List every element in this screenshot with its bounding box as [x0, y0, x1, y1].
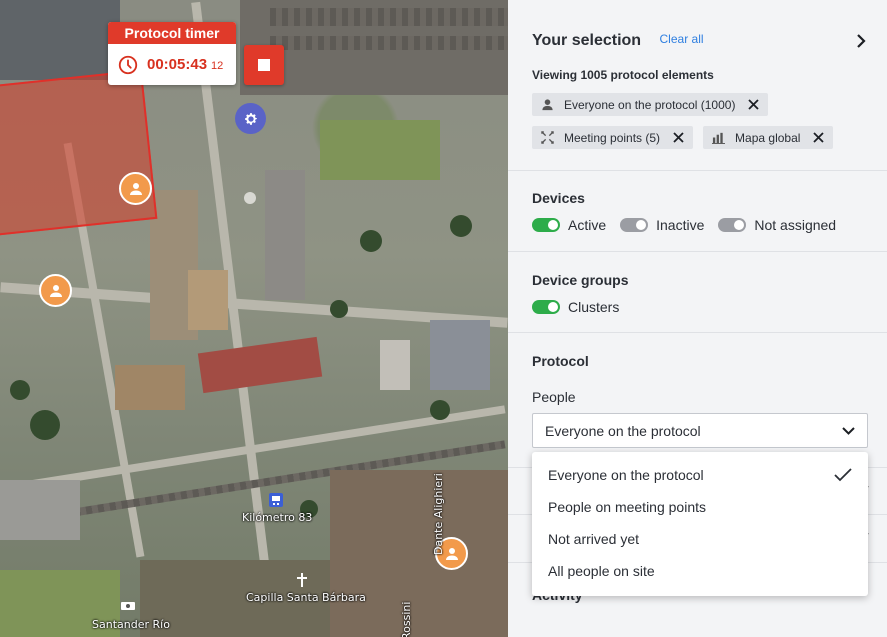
devices-section: Devices Active Inactive Not assigned [508, 171, 887, 252]
map-label-street: Dante Alighieri [432, 473, 445, 555]
meeting-point-icon [541, 131, 554, 144]
bank-icon [121, 602, 135, 610]
selection-chips: Everyone on the protocol (1000) Meeting … [532, 93, 863, 149]
close-icon[interactable] [748, 99, 760, 110]
chevron-down-icon [842, 426, 855, 435]
viewing-count: Viewing 1005 protocol elements [532, 68, 714, 82]
people-dropdown-menu: Everyone on the protocol People on meeti… [532, 452, 868, 596]
protocol-section: Protocol People Everyone on the protocol [508, 333, 887, 448]
selection-chip: Meeting points (5) [532, 126, 694, 149]
toggle-inactive[interactable]: Inactive [620, 217, 704, 233]
toggle-switch[interactable] [532, 300, 560, 314]
map-rail-track [270, 8, 508, 26]
dropdown-option-label: Not arrived yet [548, 531, 640, 547]
map-tree [10, 380, 30, 400]
map-water-tank [244, 192, 256, 204]
selection-chip-label: Meeting points (5) [564, 130, 661, 145]
close-icon[interactable] [673, 132, 684, 143]
selection-chip-label: Everyone on the protocol (1000) [564, 97, 736, 112]
protocol-timer-title: Protocol timer [108, 22, 236, 44]
dropdown-option-label: All people on site [548, 563, 655, 579]
map-label-station: Kilómetro 83 [242, 511, 313, 524]
toggle-label: Active [568, 217, 607, 233]
train-station-icon [269, 493, 283, 507]
map-building [197, 336, 323, 394]
dropdown-option-meeting-points[interactable]: People on meeting points [532, 491, 868, 523]
clear-all-link[interactable]: Clear all [660, 32, 704, 46]
dropdown-option-everyone[interactable]: Everyone on the protocol [532, 459, 868, 491]
person-icon [445, 547, 458, 560]
map-label-chapel: Capilla Santa Bárbara [246, 591, 366, 604]
selection-chip: Everyone on the protocol (1000) [532, 93, 769, 116]
device-cluster-pin[interactable] [235, 103, 266, 134]
protocol-title: Protocol [532, 353, 589, 369]
map-label-bank: Santander Río [92, 618, 170, 631]
person-icon [129, 182, 142, 195]
toggle-label: Inactive [656, 217, 705, 233]
stop-protocol-button[interactable] [244, 45, 284, 85]
devices-title: Devices [532, 190, 585, 206]
satellite-map[interactable]: Protocol timer 00:05:43 12 Kilómetro 83 … [0, 0, 508, 637]
map-tree [330, 300, 348, 318]
people-label: People [532, 389, 576, 405]
toggle-switch[interactable] [532, 218, 560, 232]
device-groups-section: Device groups Clusters [508, 252, 887, 333]
toggle-switch[interactable] [620, 218, 649, 232]
selection-chip: Mapa global [703, 126, 834, 149]
clock-icon [118, 55, 138, 74]
toggle-not-assigned[interactable]: Not assigned [718, 217, 836, 233]
map-tree [30, 410, 60, 440]
protocol-timer-fraction: 12 [211, 60, 224, 72]
people-select-value: Everyone on the protocol [545, 422, 701, 439]
gear-icon [244, 112, 257, 125]
map-tree [450, 215, 472, 237]
selection-title: Your selection [532, 32, 642, 49]
protocol-timer: Protocol timer 00:05:43 12 [108, 22, 236, 85]
dropdown-option-all-on-site[interactable]: All people on site [532, 555, 868, 587]
stop-icon [258, 59, 270, 71]
map-building-area [0, 0, 120, 80]
bar-chart-icon [712, 132, 726, 144]
toggle-clusters[interactable]: Clusters [532, 299, 619, 315]
map-rail-track [270, 36, 508, 50]
map-building [430, 320, 490, 390]
people-select[interactable]: Everyone on the protocol [532, 413, 868, 448]
map-tree [360, 230, 382, 252]
chevron-right-icon[interactable] [855, 34, 867, 48]
person-icon [542, 99, 553, 111]
selection-chip-label: Mapa global [735, 130, 801, 145]
map-building [265, 170, 305, 300]
dropdown-option-label: Everyone on the protocol [548, 467, 704, 483]
map-residential-area [330, 470, 508, 637]
toggle-switch[interactable] [718, 218, 747, 232]
map-building [115, 365, 185, 410]
protocol-zone-area[interactable] [0, 69, 158, 237]
map-building [188, 270, 228, 330]
dropdown-option-label: People on meeting points [548, 499, 706, 515]
map-grass [320, 120, 440, 180]
selection-section: Your selection Clear all Viewing 1005 pr… [508, 0, 887, 171]
toggle-label: Not assigned [754, 217, 837, 233]
church-icon [297, 573, 307, 587]
dropdown-option-not-arrived[interactable]: Not arrived yet [532, 523, 868, 555]
close-icon[interactable] [813, 132, 825, 143]
toggle-label: Clusters [568, 299, 620, 315]
map-tree [430, 400, 450, 420]
protocol-timer-value: 00:05:43 [147, 56, 208, 73]
checkmark-icon [834, 468, 852, 482]
toggle-active[interactable]: Active [532, 217, 606, 233]
person-pin[interactable] [119, 172, 152, 205]
map-label-street: Rossini [400, 601, 413, 637]
map-parking-lot [0, 480, 80, 540]
map-building [380, 340, 410, 390]
person-icon [49, 284, 62, 297]
device-groups-title: Device groups [532, 272, 629, 288]
person-pin[interactable] [39, 274, 72, 307]
